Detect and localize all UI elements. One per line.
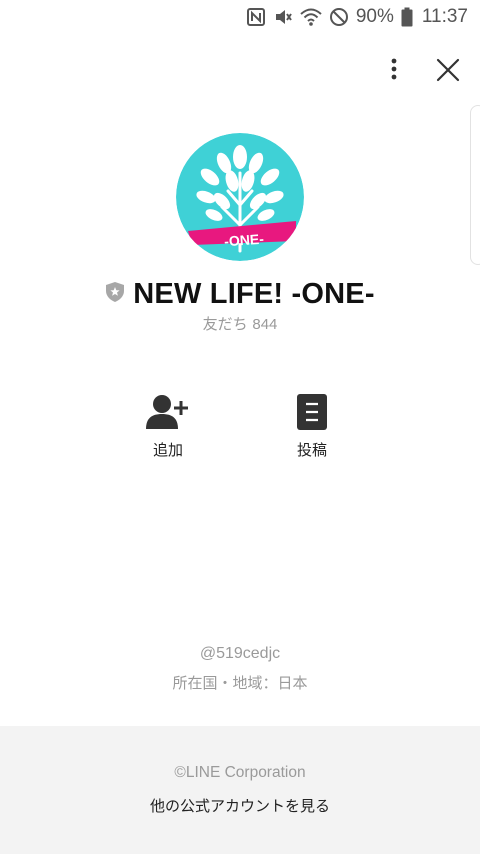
clock: 11:37 [421,6,468,27]
battery-icon [401,7,413,27]
posts-button[interactable]: 投稿 [272,393,352,465]
account-name-row: NEW LIFE! -ONE- [0,276,480,312]
friends-label: 友だち [202,316,248,333]
screen: 90% 11:37 -ONE- NEW LIFE! -ONE- 友だち 844 … [0,0,480,854]
battery-percent: 90% [355,6,394,27]
close-icon [436,58,460,82]
more-options-button[interactable] [380,54,408,84]
footer: ©LINE Corporation 他の公式アカウントを見る [0,726,480,854]
more-vertical-icon [391,58,397,80]
wifi-icon [300,7,322,27]
posts-icon [297,394,327,430]
edge-panel-handle[interactable] [470,105,480,265]
region-text: 所在国・地域：日本 [172,674,308,692]
copyright: ©LINE Corporation [174,764,306,781]
add-friend-label: 追加 [152,441,183,459]
add-friend-button[interactable]: 追加 [128,393,208,465]
add-friend-icon [146,395,188,429]
close-button[interactable] [432,54,464,86]
nfc-icon [246,7,266,27]
verified-shield-icon [105,281,125,307]
friends-count: 844 [252,316,278,333]
mute-icon [273,7,293,27]
view-other-accounts-link[interactable]: 他の公式アカウントを見る [0,795,480,816]
do-not-disturb-icon [329,7,349,27]
status-bar: 90% 11:37 [0,0,480,34]
friends-count-row: 友だち 844 [0,313,480,334]
account-name: NEW LIFE! -ONE- [133,277,375,310]
line-id: @519cedjc [199,645,281,662]
posts-label: 投稿 [296,441,327,459]
